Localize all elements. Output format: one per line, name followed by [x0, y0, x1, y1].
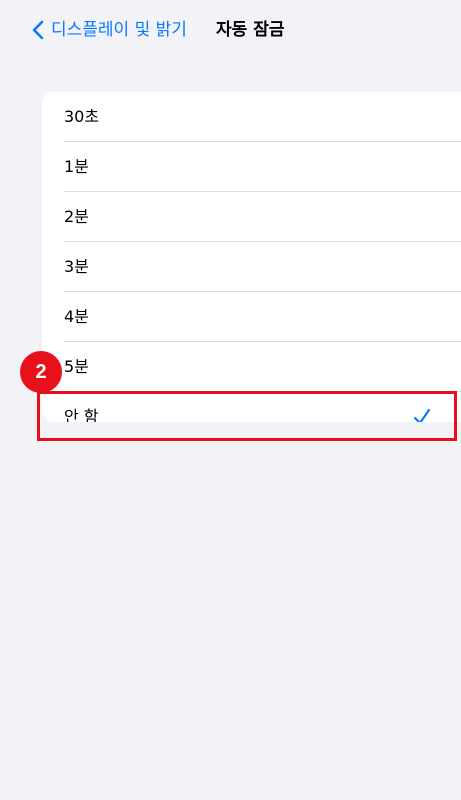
option-label: 안 함 [64, 407, 99, 422]
option-30-seconds[interactable]: 30초 [42, 92, 461, 142]
auto-lock-options-list: 30초 1분 2분 3분 4분 5분 안 함 [42, 92, 461, 422]
option-4-minutes[interactable]: 4분 [42, 292, 461, 342]
option-2-minutes[interactable]: 2분 [42, 192, 461, 242]
option-label: 1분 [64, 157, 89, 176]
page-title: 자동 잠금 [216, 20, 285, 40]
navigation-bar: 디스플레이 및 밝기 자동 잠금 [0, 0, 461, 62]
chevron-left-icon [32, 20, 44, 40]
step-badge: 2 [20, 351, 62, 393]
option-label: 2분 [64, 207, 89, 226]
back-button[interactable]: 디스플레이 및 밝기 [32, 17, 187, 43]
option-never[interactable]: 안 함 [42, 392, 461, 422]
back-button-label: 디스플레이 및 밝기 [51, 20, 187, 40]
option-label: 3분 [64, 257, 89, 276]
option-label: 30초 [64, 107, 100, 126]
option-label: 4분 [64, 307, 89, 326]
option-label: 5분 [64, 357, 89, 376]
option-3-minutes[interactable]: 3분 [42, 242, 461, 292]
option-1-minute[interactable]: 1분 [42, 142, 461, 192]
checkmark-icon [412, 407, 432, 422]
option-5-minutes[interactable]: 5분 [42, 342, 461, 392]
